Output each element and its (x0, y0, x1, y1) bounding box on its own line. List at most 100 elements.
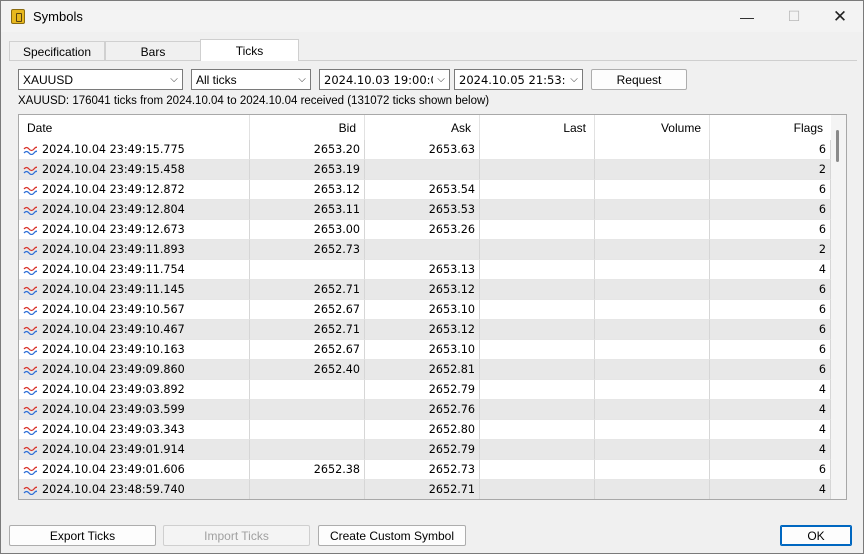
cell-volume (595, 220, 710, 240)
table-row[interactable]: 2024.10.04 23:49:01.914 2652.79 4 (19, 440, 831, 460)
import-ticks-button[interactable]: Import Ticks (163, 525, 310, 546)
cell-flags: 2 (710, 240, 831, 260)
table-row[interactable]: 2024.10.04 23:49:10.467 2652.71 2653.12 6 (19, 320, 831, 340)
cell-bid: 2652.38 (250, 460, 365, 480)
table-row[interactable]: 2024.10.04 23:49:01.606 2652.38 2652.73 6 (19, 460, 831, 480)
title-bar[interactable]: Symbols — ☐ ✕ (1, 1, 863, 32)
cell-flags: 4 (710, 380, 831, 400)
cell-last (480, 360, 595, 380)
table-row[interactable]: 2024.10.04 23:49:12.673 2653.00 2653.26 6 (19, 220, 831, 240)
symbol-select[interactable]: XAUUSD ⌵ (18, 69, 183, 90)
cell-last (480, 240, 595, 260)
cell-volume (595, 340, 710, 360)
table-row[interactable]: 2024.10.04 23:49:10.163 2652.67 2653.10 6 (19, 340, 831, 360)
table-row[interactable]: 2024.10.04 23:49:15.775 2653.20 2653.63 6 (19, 140, 831, 160)
cell-bid: 2653.20 (250, 140, 365, 160)
column-header-date[interactable]: Date (19, 115, 250, 140)
cell-date: 2024.10.04 23:49:10.163 (19, 340, 250, 360)
tick-date-text: 2024.10.04 23:49:11.754 (42, 263, 185, 276)
export-ticks-button[interactable]: Export Ticks (9, 525, 156, 546)
cell-ask: 2652.76 (365, 400, 480, 420)
tick-date-text: 2024.10.04 23:49:01.914 (42, 443, 185, 456)
column-header-bid[interactable]: Bid (250, 115, 365, 140)
cell-volume (595, 380, 710, 400)
table-row[interactable]: 2024.10.04 23:49:09.860 2652.40 2652.81 6 (19, 360, 831, 380)
cell-ask: 2653.54 (365, 180, 480, 200)
table-row[interactable]: 2024.10.04 23:48:59.740 2652.71 4 (19, 480, 831, 499)
table-header: Date Bid Ask Last Volume Flags (19, 115, 831, 140)
column-header-ask[interactable]: Ask (365, 115, 480, 140)
cell-ask: 2652.79 (365, 380, 480, 400)
cell-bid (250, 420, 365, 440)
cell-flags: 4 (710, 420, 831, 440)
vertical-scrollbar[interactable] (831, 115, 846, 499)
table-row[interactable]: 2024.10.04 23:49:03.343 2652.80 4 (19, 420, 831, 440)
tick-wave-icon (23, 466, 37, 475)
table-row[interactable]: 2024.10.04 23:49:11.893 2652.73 2 (19, 240, 831, 260)
column-header-volume[interactable]: Volume (595, 115, 710, 140)
tick-wave-icon (23, 226, 37, 235)
cell-flags: 4 (710, 440, 831, 460)
cell-last (480, 400, 595, 420)
date-to-picker[interactable]: 2024.10.05 21:53:16 ⌵ (454, 69, 583, 90)
cell-date: 2024.10.04 23:49:10.567 (19, 300, 250, 320)
table-row[interactable]: 2024.10.04 23:49:11.145 2652.71 2653.12 6 (19, 280, 831, 300)
cell-ask: 2653.12 (365, 280, 480, 300)
date-from-picker[interactable]: 2024.10.03 19:00:00 ⌵ (319, 69, 450, 90)
cell-last (480, 380, 595, 400)
tick-date-text: 2024.10.04 23:49:10.567 (42, 303, 185, 316)
table-row[interactable]: 2024.10.04 23:49:03.892 2652.79 4 (19, 380, 831, 400)
tick-date-text: 2024.10.04 23:49:12.804 (42, 203, 185, 216)
tick-wave-icon (23, 366, 37, 375)
cell-date: 2024.10.04 23:49:11.893 (19, 240, 250, 260)
tick-date-text: 2024.10.04 23:49:10.467 (42, 323, 185, 336)
table-row[interactable]: 2024.10.04 23:49:03.599 2652.76 4 (19, 400, 831, 420)
column-header-flags[interactable]: Flags (710, 115, 831, 140)
cell-bid: 2653.11 (250, 200, 365, 220)
table-row[interactable]: 2024.10.04 23:49:10.567 2652.67 2653.10 6 (19, 300, 831, 320)
chevron-down-icon: ⌵ (437, 74, 445, 85)
date-to-value: 2024.10.05 21:53:16 (459, 72, 566, 87)
cell-volume (595, 300, 710, 320)
create-custom-symbol-button[interactable]: Create Custom Symbol (318, 525, 466, 546)
minimize-button[interactable]: — (724, 1, 770, 32)
cell-ask: 2653.13 (365, 260, 480, 280)
column-header-last[interactable]: Last (480, 115, 595, 140)
tick-date-text: 2024.10.04 23:49:03.343 (42, 423, 185, 436)
ok-button[interactable]: OK (780, 525, 852, 546)
cell-flags: 6 (710, 200, 831, 220)
request-button[interactable]: Request (591, 69, 687, 90)
maximize-button[interactable]: ☐ (771, 1, 817, 32)
cell-last (480, 280, 595, 300)
tick-mode-select-value: All ticks (196, 72, 237, 87)
table-row[interactable]: 2024.10.04 23:49:15.458 2653.19 2 (19, 160, 831, 180)
tick-date-text: 2024.10.04 23:49:15.458 (42, 163, 185, 176)
table-row[interactable]: 2024.10.04 23:49:12.872 2653.12 2653.54 6 (19, 180, 831, 200)
tab-specification[interactable]: Specification (9, 41, 105, 61)
scrollbar-thumb[interactable] (836, 130, 839, 162)
status-text: XAUUSD: 176041 ticks from 2024.10.04 to … (18, 95, 490, 107)
cell-volume (595, 320, 710, 340)
tab-ticks[interactable]: Ticks (200, 39, 299, 61)
cell-last (480, 200, 595, 220)
tick-date-text: 2024.10.04 23:48:59.740 (42, 483, 185, 496)
cell-volume (595, 200, 710, 220)
symbols-window: Symbols — ☐ ✕ Specification Bars Ticks X… (0, 0, 864, 554)
cell-ask: 2652.73 (365, 460, 480, 480)
cell-volume (595, 360, 710, 380)
table-row[interactable]: 2024.10.04 23:49:11.754 2653.13 4 (19, 260, 831, 280)
cell-bid: 2652.67 (250, 300, 365, 320)
table-row[interactable]: 2024.10.04 23:49:12.804 2653.11 2653.53 6 (19, 200, 831, 220)
tab-bars[interactable]: Bars (105, 41, 201, 61)
app-icon (11, 9, 25, 24)
close-button[interactable]: ✕ (817, 1, 863, 32)
cell-date: 2024.10.04 23:49:11.145 (19, 280, 250, 300)
cell-bid (250, 440, 365, 460)
cell-bid (250, 480, 365, 499)
ticks-table[interactable]: Date Bid Ask Last Volume Flags 2024.10.0… (18, 114, 847, 500)
tick-mode-select[interactable]: All ticks ⌵ (191, 69, 311, 90)
chevron-down-icon: ⌵ (570, 74, 578, 85)
cell-date: 2024.10.04 23:49:12.804 (19, 200, 250, 220)
tick-date-text: 2024.10.04 23:49:01.606 (42, 463, 185, 476)
cell-last (480, 340, 595, 360)
